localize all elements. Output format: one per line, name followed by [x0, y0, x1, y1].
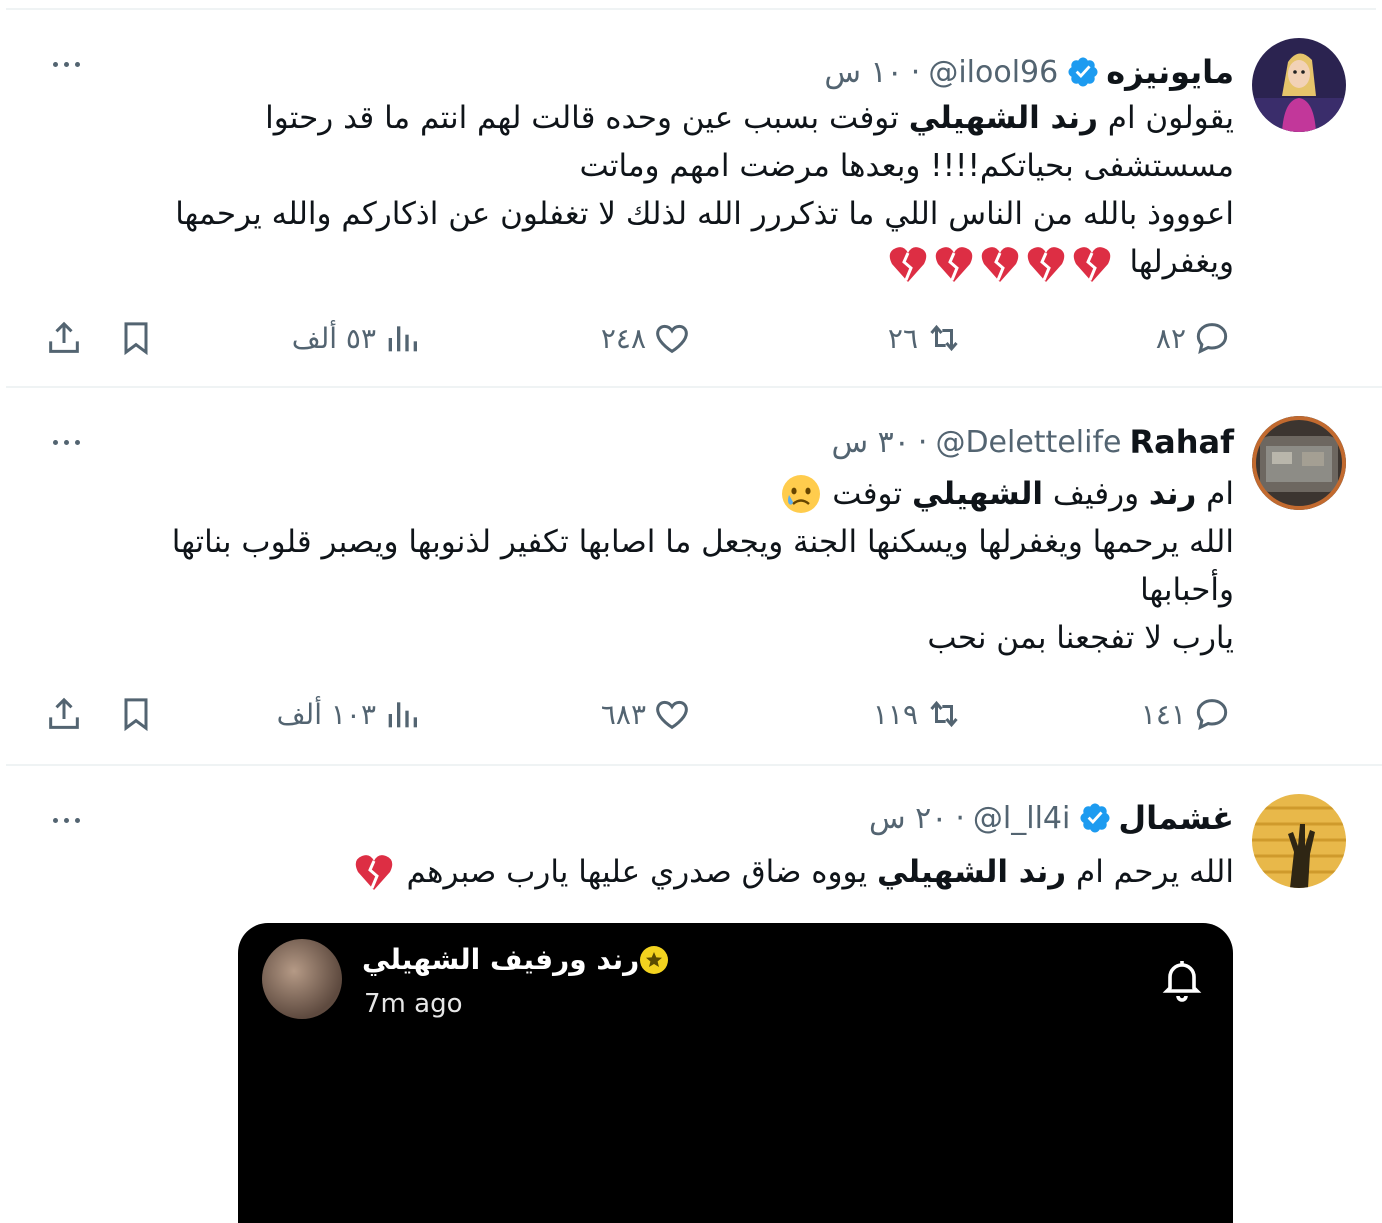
retweet-icon — [930, 324, 958, 352]
embedded-name: رند ورفيف الشهيلي — [362, 943, 640, 976]
views-count: ١٠٣ ألف — [276, 697, 376, 731]
share-button[interactable] — [44, 316, 84, 360]
embedded-avatar — [262, 939, 342, 1019]
text-span: ويغفرلها — [1129, 244, 1234, 280]
embedded-time: 7m ago — [364, 989, 463, 1019]
text-span: يووه ضاق صدري عليها يارب صبرهم — [406, 854, 878, 890]
tweet-line: الله يرحم ام رند الشهيلي يووه ضاق صدري ع… — [134, 848, 1234, 896]
verified-icon — [1078, 801, 1112, 835]
views-icon — [388, 326, 417, 352]
tweet-text: الله يرحم ام رند الشهيلي يووه ضاق صدري ع… — [134, 848, 1234, 896]
verified-icon — [1066, 55, 1100, 89]
retweet-icon — [930, 700, 958, 728]
broken-heart-emoji — [353, 852, 395, 892]
text-span: توفت — [832, 476, 913, 512]
separator: · — [910, 54, 921, 90]
display-name[interactable]: غشمال — [1118, 799, 1234, 837]
tweet-actions: ٨٢ ٢٦ ٢٤٨ ٥٣ ألف — [6, 316, 1382, 360]
like-button[interactable]: ٦٨٣ — [601, 692, 692, 736]
text-span: ورفيف — [1043, 476, 1149, 512]
share-icon — [49, 697, 79, 729]
bell-icon[interactable] — [1158, 955, 1206, 1003]
separator: · — [917, 424, 928, 460]
tweet-header: Rahaf @Delettelife · ٣٠ س — [831, 416, 1234, 468]
bookmark-icon — [124, 322, 148, 356]
tweet-text: ام رند ورفيف الشهيلي توفت الله يرحمها وي… — [64, 470, 1234, 662]
like-count: ٦٨٣ — [600, 697, 646, 731]
views-icon — [388, 702, 417, 728]
display-name[interactable]: مايونيزه — [1106, 53, 1234, 91]
reply-count: ١٤١ — [1140, 697, 1186, 731]
reply-button[interactable]: ٨٢ — [1156, 316, 1232, 360]
reply-icon — [1196, 699, 1228, 731]
retweet-count: ١١٩ — [872, 697, 918, 731]
embedded-account: رند ورفيف الشهيلي — [362, 943, 677, 976]
tweet-line: يارب لا تفجعنا بمن نحب — [927, 620, 1234, 656]
separator: · — [955, 800, 965, 836]
views-button[interactable]: ٥٣ ألف — [292, 316, 422, 360]
tweet-text: يقولون ام رند الشهيلي توفت بسبب عين وحده… — [94, 94, 1234, 286]
timestamp[interactable]: ٢٠ س — [869, 801, 947, 836]
handle[interactable]: @Delettelife — [935, 425, 1121, 460]
bookmark-button[interactable] — [116, 692, 156, 736]
share-icon — [49, 321, 79, 353]
bookmark-button[interactable] — [116, 316, 156, 360]
retweet-button[interactable]: ٢٦ — [888, 316, 964, 360]
tweet-line: الله يرحمها ويغفرلها ويسكنها الجنة ويجعل… — [171, 524, 1234, 560]
text-span: توفت بسبب عين وحده قالت لهم انتم ما قد ر… — [265, 100, 909, 136]
reply-count: ٨٢ — [1155, 321, 1186, 355]
text-span: الله يرحم ام — [1066, 854, 1234, 890]
tweet-line: مسستشفى بحياتكم!!!! وبعدها مرضت امهم وما… — [579, 148, 1234, 184]
more-icon[interactable] — [46, 50, 86, 78]
reply-icon — [1196, 323, 1228, 355]
views-button[interactable]: ١٠٣ ألف — [277, 692, 422, 736]
more-icon[interactable] — [46, 428, 86, 456]
tweet[interactable]: Rahaf @Delettelife · ٣٠ س ام رند ورفيف ا… — [6, 388, 1382, 766]
display-name[interactable]: Rahaf — [1129, 423, 1234, 461]
text-span: ام — [1196, 476, 1234, 512]
avatar[interactable] — [1252, 38, 1346, 132]
share-button[interactable] — [44, 692, 84, 736]
tweet-actions: ١٤١ ١١٩ ٦٨٣ ١٠٣ ألف — [6, 692, 1382, 736]
like-count: ٢٤٨ — [600, 321, 646, 355]
views-count: ٥٣ ألف — [291, 321, 376, 355]
tweet[interactable]: مايونيزه @ilool96 · ١٠ س يقولون ام رند ا… — [6, 10, 1382, 388]
highlight-text: رند الشهيلي — [908, 100, 1098, 136]
star-badge-icon — [639, 945, 669, 975]
like-button[interactable]: ٢٤٨ — [601, 316, 692, 360]
crying-face-emoji — [780, 473, 822, 515]
highlight-text: رند الشهيلي — [877, 854, 1067, 890]
retweet-button[interactable]: ١١٩ — [873, 692, 964, 736]
retweet-count: ٢٦ — [887, 321, 918, 355]
tweet-header: غشمال @l_ll4i · ٢٠ س — [869, 792, 1234, 844]
tweet-line: وأحبابها — [1140, 572, 1234, 608]
tweet-line: ام رند ورفيف الشهيلي توفت — [64, 470, 1234, 518]
embedded-media[interactable]: رند ورفيف الشهيلي 7m ago — [238, 923, 1233, 1223]
timestamp[interactable]: ٣٠ س — [831, 425, 909, 460]
reply-button[interactable]: ١٤١ — [1141, 692, 1232, 736]
tweet[interactable]: غشمال @l_ll4i · ٢٠ س الله يرحم ام رند ال… — [6, 766, 1382, 1223]
like-icon — [656, 324, 688, 354]
text-span: يقولون ام — [1097, 100, 1234, 136]
tweet-line: اعوووذ بالله من الناس اللي ما تذكررر الل… — [175, 196, 1234, 232]
broken-heart-emojis — [888, 244, 1120, 284]
tweet-line: ويغفرلها — [94, 238, 1234, 286]
like-icon — [656, 700, 688, 730]
bookmark-icon — [124, 698, 148, 732]
tweet-header: مايونيزه @ilool96 · ١٠ س — [824, 46, 1234, 98]
tweet-line: يقولون ام رند الشهيلي توفت بسبب عين وحده… — [94, 94, 1234, 142]
highlight-text: الشهيلي — [912, 476, 1043, 512]
highlight-text: رند — [1148, 476, 1197, 512]
avatar[interactable] — [1252, 794, 1346, 888]
more-icon[interactable] — [46, 806, 86, 834]
timestamp[interactable]: ١٠ س — [824, 55, 902, 90]
handle[interactable]: @ilool96 — [928, 55, 1058, 90]
handle[interactable]: @l_ll4i — [973, 801, 1070, 836]
avatar[interactable] — [1252, 416, 1346, 510]
